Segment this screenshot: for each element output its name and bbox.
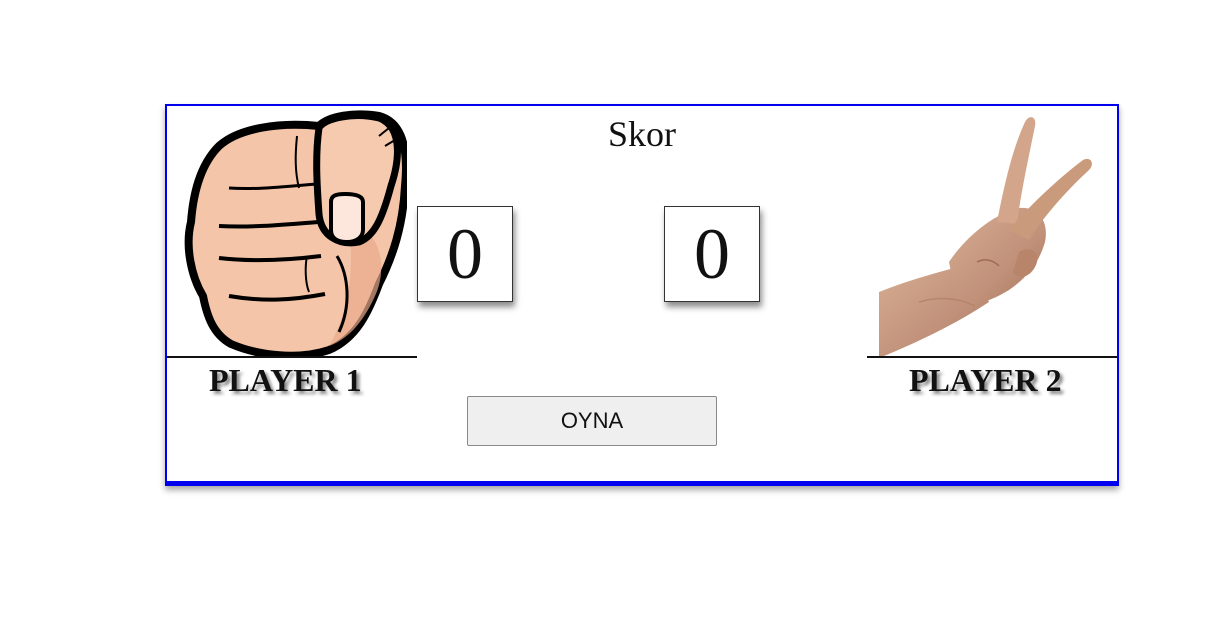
player-1-label: PLAYER 1 xyxy=(209,362,362,398)
scoreboard-panel: Skor PLAYER 1 PLAYER 2 0 0 OYNA xyxy=(165,104,1119,486)
player-1-score: 0 xyxy=(417,206,513,302)
play-button[interactable]: OYNA xyxy=(467,396,717,446)
player-2-score: 0 xyxy=(664,206,760,302)
rock-fist-icon xyxy=(184,110,407,356)
scissors-hand-icon xyxy=(879,117,1092,358)
player-2-label: PLAYER 2 xyxy=(909,362,1062,398)
player-1-divider xyxy=(167,356,417,358)
player-2-divider xyxy=(867,356,1117,358)
